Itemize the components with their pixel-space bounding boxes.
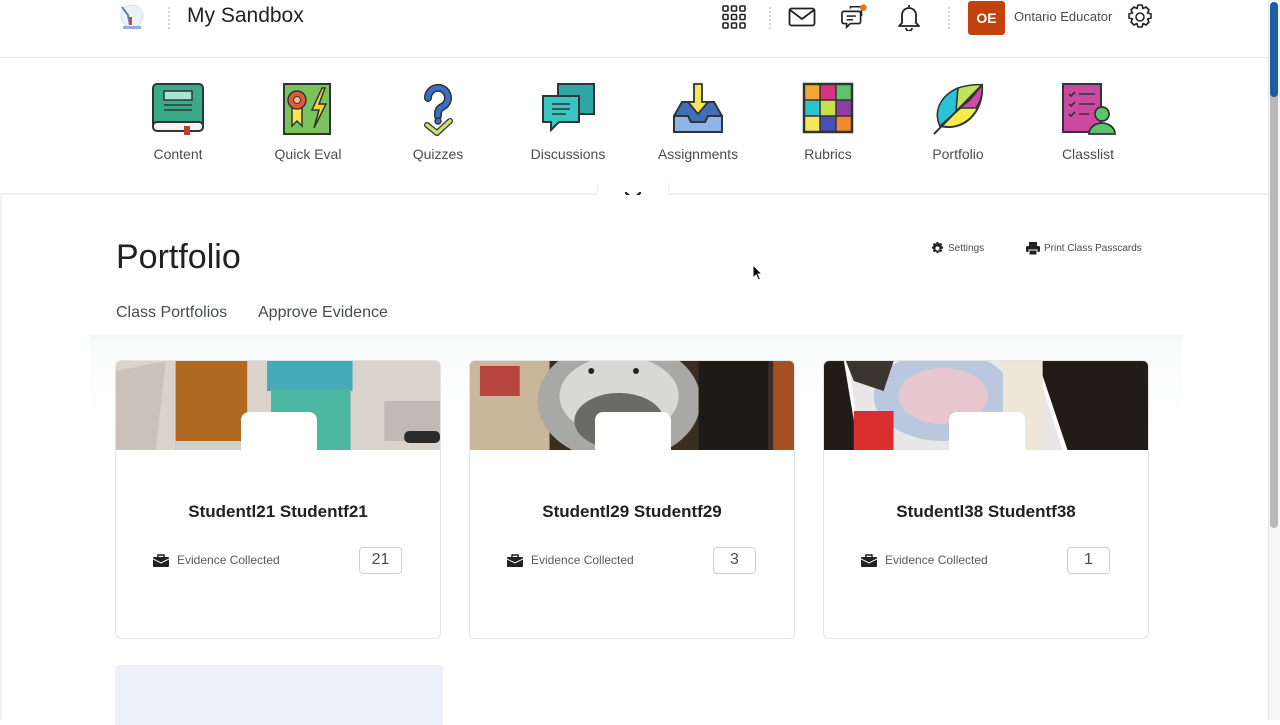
portfolio-card[interactable]: Studentl38 Studentf38 Evidence Collected… xyxy=(823,360,1149,639)
leaf-icon xyxy=(933,83,984,135)
color-grid-icon xyxy=(802,82,854,134)
nav-item-assignments[interactable]: Assignments xyxy=(643,82,753,162)
evidence-row: Evidence Collected 3 xyxy=(507,546,756,574)
school-logo[interactable] xyxy=(116,3,146,31)
evidence-label: Evidence Collected xyxy=(177,553,280,567)
notifications-button[interactable] xyxy=(895,4,923,31)
evidence-label: Evidence Collected xyxy=(885,553,988,567)
nav-label: Quick Eval xyxy=(274,146,342,162)
main-content: Portfolio Settings Print Class Passcards… xyxy=(0,195,1268,725)
print-label: Print Class Passcards xyxy=(1044,243,1142,254)
inbox-download-icon xyxy=(673,83,723,133)
apps-grid-icon xyxy=(722,5,746,29)
print-passcards-link[interactable]: Print Class Passcards xyxy=(1026,242,1142,255)
briefcase-icon xyxy=(153,553,169,567)
header-divider xyxy=(769,7,771,29)
user-name[interactable]: Ontario Educator xyxy=(1014,9,1112,24)
nav-label: Portfolio xyxy=(932,146,984,162)
apps-grid-button[interactable] xyxy=(720,4,748,30)
settings-link[interactable]: Settings xyxy=(931,242,984,255)
nav-label: Quizzes xyxy=(412,146,464,162)
student-name: Studentl29 Studentf29 xyxy=(542,502,722,521)
evidence-count: 1 xyxy=(1067,546,1110,574)
settings-label: Settings xyxy=(948,243,985,254)
gear-icon xyxy=(1128,4,1152,28)
checklist-person-icon xyxy=(1062,83,1116,135)
top-header: My Sandbox OE Ontario Educator xyxy=(0,0,1268,36)
evidence-count: 3 xyxy=(713,546,756,574)
nav-label: Assignments xyxy=(657,146,739,162)
avatar-placeholder xyxy=(949,412,1025,452)
portfolio-card[interactable]: Studentl21 Studentf21 Evidence Collected… xyxy=(115,360,441,639)
nav-item-rubrics[interactable]: Rubrics xyxy=(773,82,883,162)
ribbon-lightning-icon xyxy=(283,83,331,135)
speech-bubbles-icon xyxy=(542,83,595,133)
course-navbar: Content Quick Eval Quizzes Discussions A… xyxy=(0,57,1268,194)
nav-label: Content xyxy=(153,146,203,162)
page-title: Portfolio xyxy=(116,238,241,276)
logo-icon xyxy=(120,4,144,29)
tab-class-portfolios[interactable]: Class Portfolios xyxy=(116,304,227,322)
user-avatar[interactable]: OE xyxy=(968,1,1005,35)
scrollbar-handle[interactable] xyxy=(1270,2,1278,97)
nav-item-portfolio[interactable]: Portfolio xyxy=(903,82,1013,162)
avatar-placeholder xyxy=(241,412,317,452)
printer-icon xyxy=(1026,242,1040,255)
nav-label: Rubrics xyxy=(804,146,852,162)
student-name: Studentl38 Studentf38 xyxy=(896,502,1076,521)
bell-icon xyxy=(898,5,920,31)
nav-item-quick-eval[interactable]: Quick Eval xyxy=(253,82,363,162)
chat-button[interactable] xyxy=(841,4,869,30)
tabs-divider xyxy=(90,335,1182,343)
nav-item-classlist[interactable]: Classlist xyxy=(1033,82,1143,162)
mouse-cursor-icon xyxy=(752,264,764,281)
mail-icon xyxy=(788,7,816,27)
header-divider xyxy=(948,7,950,29)
chat-icon xyxy=(841,4,867,30)
nav-item-content[interactable]: Content xyxy=(123,82,233,162)
course-title[interactable]: My Sandbox xyxy=(187,4,304,28)
evidence-row: Evidence Collected 21 xyxy=(153,546,402,574)
briefcase-icon xyxy=(507,553,523,567)
avatar-placeholder xyxy=(595,412,671,452)
nav-item-discussions[interactable]: Discussions xyxy=(513,82,623,162)
loading-card xyxy=(115,665,443,725)
nav-label: Classlist xyxy=(1061,146,1115,162)
student-name: Studentl21 Studentf21 xyxy=(188,502,368,521)
portfolio-card[interactable]: Studentl29 Studentf29 Evidence Collected… xyxy=(469,360,795,639)
settings-button[interactable] xyxy=(1126,4,1154,30)
briefcase-icon xyxy=(861,553,877,567)
mail-button[interactable] xyxy=(788,4,816,30)
evidence-label: Evidence Collected xyxy=(531,553,634,567)
book-icon xyxy=(152,83,204,135)
tab-approve-evidence[interactable]: Approve Evidence xyxy=(258,304,388,322)
nav-item-quizzes[interactable]: Quizzes xyxy=(383,82,493,162)
gear-icon xyxy=(931,242,944,254)
question-check-icon xyxy=(423,83,453,136)
nav-label: Discussions xyxy=(530,146,606,162)
header-divider xyxy=(168,7,170,29)
evidence-row: Evidence Collected 1 xyxy=(861,546,1110,574)
evidence-count: 21 xyxy=(359,546,402,574)
